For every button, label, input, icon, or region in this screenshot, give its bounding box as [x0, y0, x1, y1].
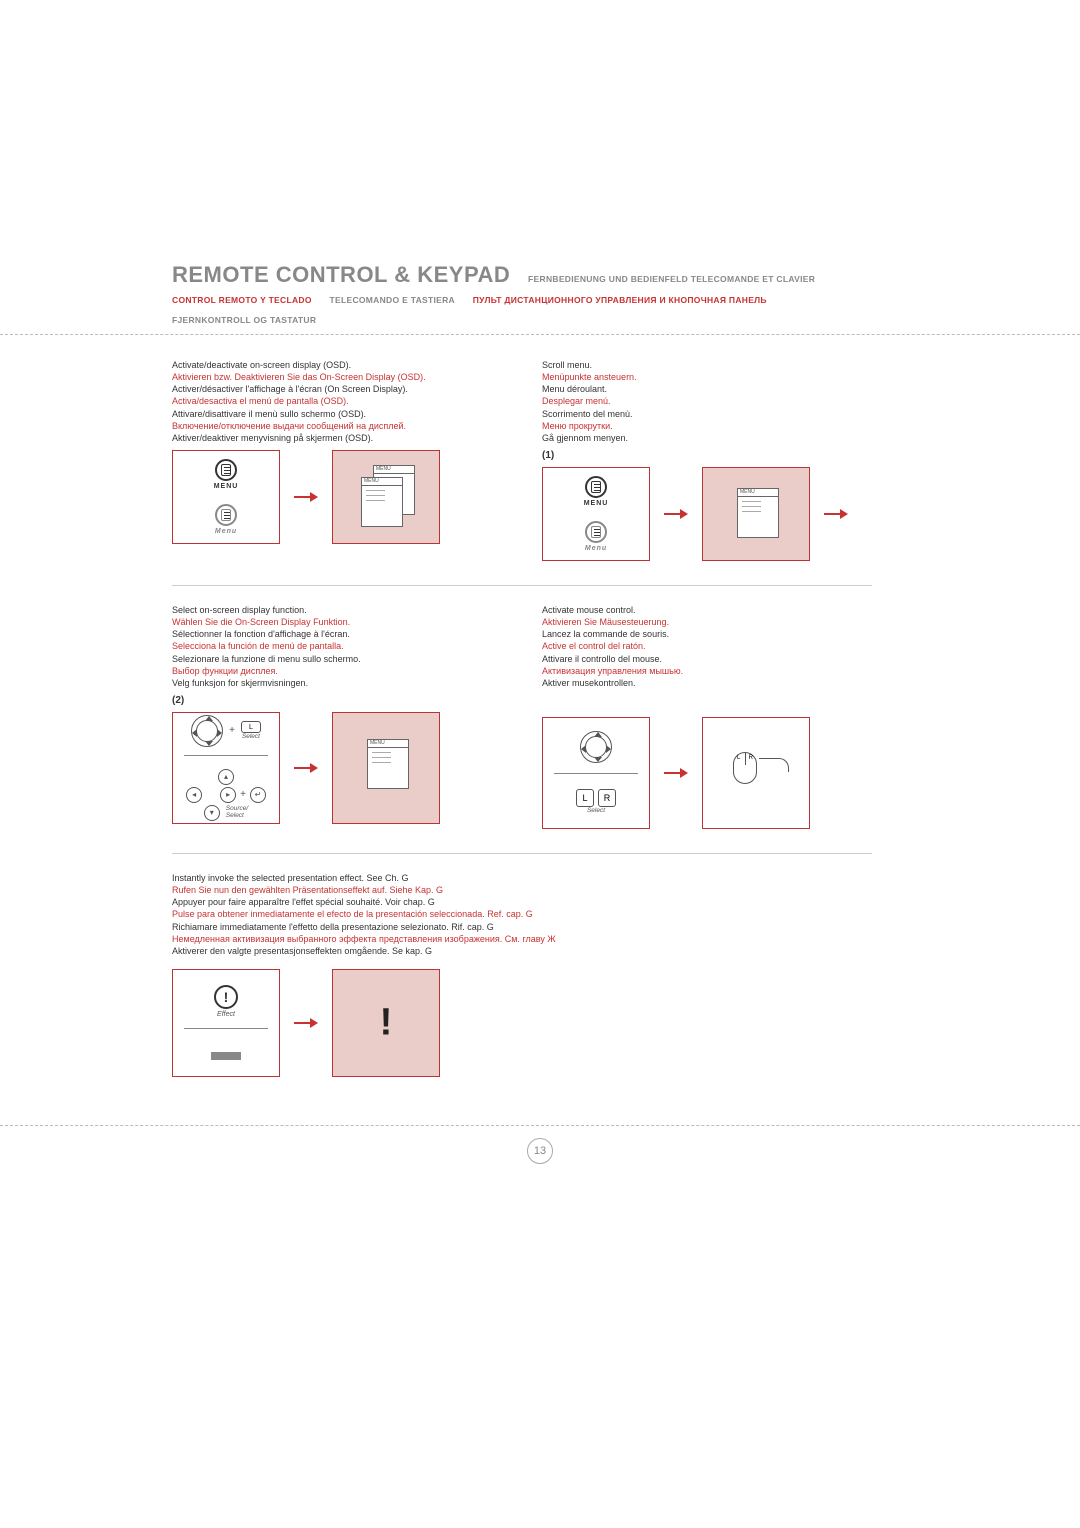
screen-panel-osd: MENU MENU	[332, 450, 440, 544]
menu-label-lower: Menu	[215, 528, 237, 535]
arrow-icon	[824, 509, 848, 519]
subtitle-gray-1: FERNBEDIENUNG UND BEDIENFELD TELECOMANDE…	[528, 274, 815, 284]
screen-panel-effect: !	[332, 969, 440, 1077]
screen-panel-scroll: MENU	[702, 467, 810, 561]
block-scroll-text: Scroll menu. Menüpunkte ansteuern. Menu …	[542, 359, 882, 444]
menu-label-upper: MENU	[584, 500, 609, 507]
blank-slot	[211, 1052, 241, 1060]
menu-button-icon	[585, 476, 607, 498]
mouse-cable-icon	[759, 758, 789, 772]
arrow-icon	[294, 763, 318, 773]
arrow-icon	[664, 768, 688, 778]
select-label: Select	[242, 733, 260, 740]
marker-1: (1)	[542, 450, 882, 461]
divider-thin	[172, 585, 872, 586]
page-title: REMOTE CONTROL & KEYPAD FERNBEDIENUNG UN…	[172, 262, 980, 288]
diagram-scroll: MENU Menu MENU	[542, 467, 882, 561]
remote-panel-scroll: MENU Menu	[542, 467, 650, 561]
subtitle-red-2: ПУЛЬТ ДИСТАНЦИОННОГО УПРАВЛЕНИЯ И КНОПОЧ…	[473, 295, 767, 305]
mouse-icon: L R	[733, 752, 757, 784]
select-label: Select	[587, 807, 605, 814]
plus-icon: +	[240, 789, 246, 800]
trackball-icon	[580, 731, 612, 763]
block-mouse-text: Activate mouse control. Aktivieren Sie M…	[542, 604, 882, 689]
remote-panel-select: + L Select ▴ ◂ ▸	[172, 712, 280, 824]
menu-label-upper: MENU	[214, 483, 239, 490]
remote-panel-effect: ! Effect	[172, 969, 280, 1077]
diagram-activate: MENU Menu MENU MENU	[172, 450, 512, 544]
page-number: 13	[0, 1138, 1080, 1164]
diagram-mouse: L R Select L R	[542, 717, 882, 829]
main-title: REMOTE CONTROL & KEYPAD	[172, 262, 510, 287]
dpad-right-icon: ▸	[220, 787, 236, 803]
menu-button-icon-alt	[585, 521, 607, 543]
subtitle-red-1: CONTROL REMOTO Y TECLADO	[172, 295, 312, 305]
remote-panel-menu: MENU Menu	[172, 450, 280, 544]
arrow-icon	[294, 492, 318, 502]
menu-label-lower: Menu	[585, 545, 607, 552]
divider-thin	[172, 853, 872, 854]
r-button: R	[598, 789, 616, 807]
effect-button-icon: !	[214, 985, 238, 1009]
source-select-label: Source/ Select	[226, 805, 248, 819]
arrow-icon	[294, 1018, 318, 1028]
block-activate-text: Activate/deactivate on-screen display (O…	[172, 359, 512, 444]
remote-panel-mouse: L R Select	[542, 717, 650, 829]
screen-panel-mouse: L R	[702, 717, 810, 829]
menu-button-icon-alt	[215, 504, 237, 526]
marker-2: (2)	[172, 695, 512, 706]
block-effect-text: Instantly invoke the selected presentati…	[172, 872, 852, 957]
menu-button-icon	[215, 459, 237, 481]
dpad-down-icon: ▾	[204, 805, 220, 821]
plus-icon: +	[229, 725, 235, 736]
dpad-left-icon: ◂	[186, 787, 202, 803]
trackball-icon	[191, 715, 223, 747]
divider-dashed-top	[0, 334, 1080, 335]
subtitle-gray-2: TELECOMANDO E TASTIERA	[330, 295, 455, 305]
l-button: L	[241, 721, 261, 733]
dpad-up-icon: ▴	[218, 769, 234, 785]
bang-icon: !	[380, 1001, 393, 1044]
l-button: L	[576, 789, 594, 807]
diagram-select: + L Select ▴ ◂ ▸	[172, 712, 512, 824]
subtitle-gray-3: FJERNKONTROLL OG TASTATUR	[172, 315, 316, 325]
block-select-text: Select on-screen display function. Wähle…	[172, 604, 512, 689]
divider-dashed-bottom	[0, 1125, 1080, 1126]
diagram-effect: ! Effect !	[172, 969, 1080, 1077]
screen-panel-select: MENU	[332, 712, 440, 824]
enter-icon: ↵	[250, 787, 266, 803]
effect-label: Effect	[217, 1011, 235, 1018]
arrow-icon	[664, 509, 688, 519]
